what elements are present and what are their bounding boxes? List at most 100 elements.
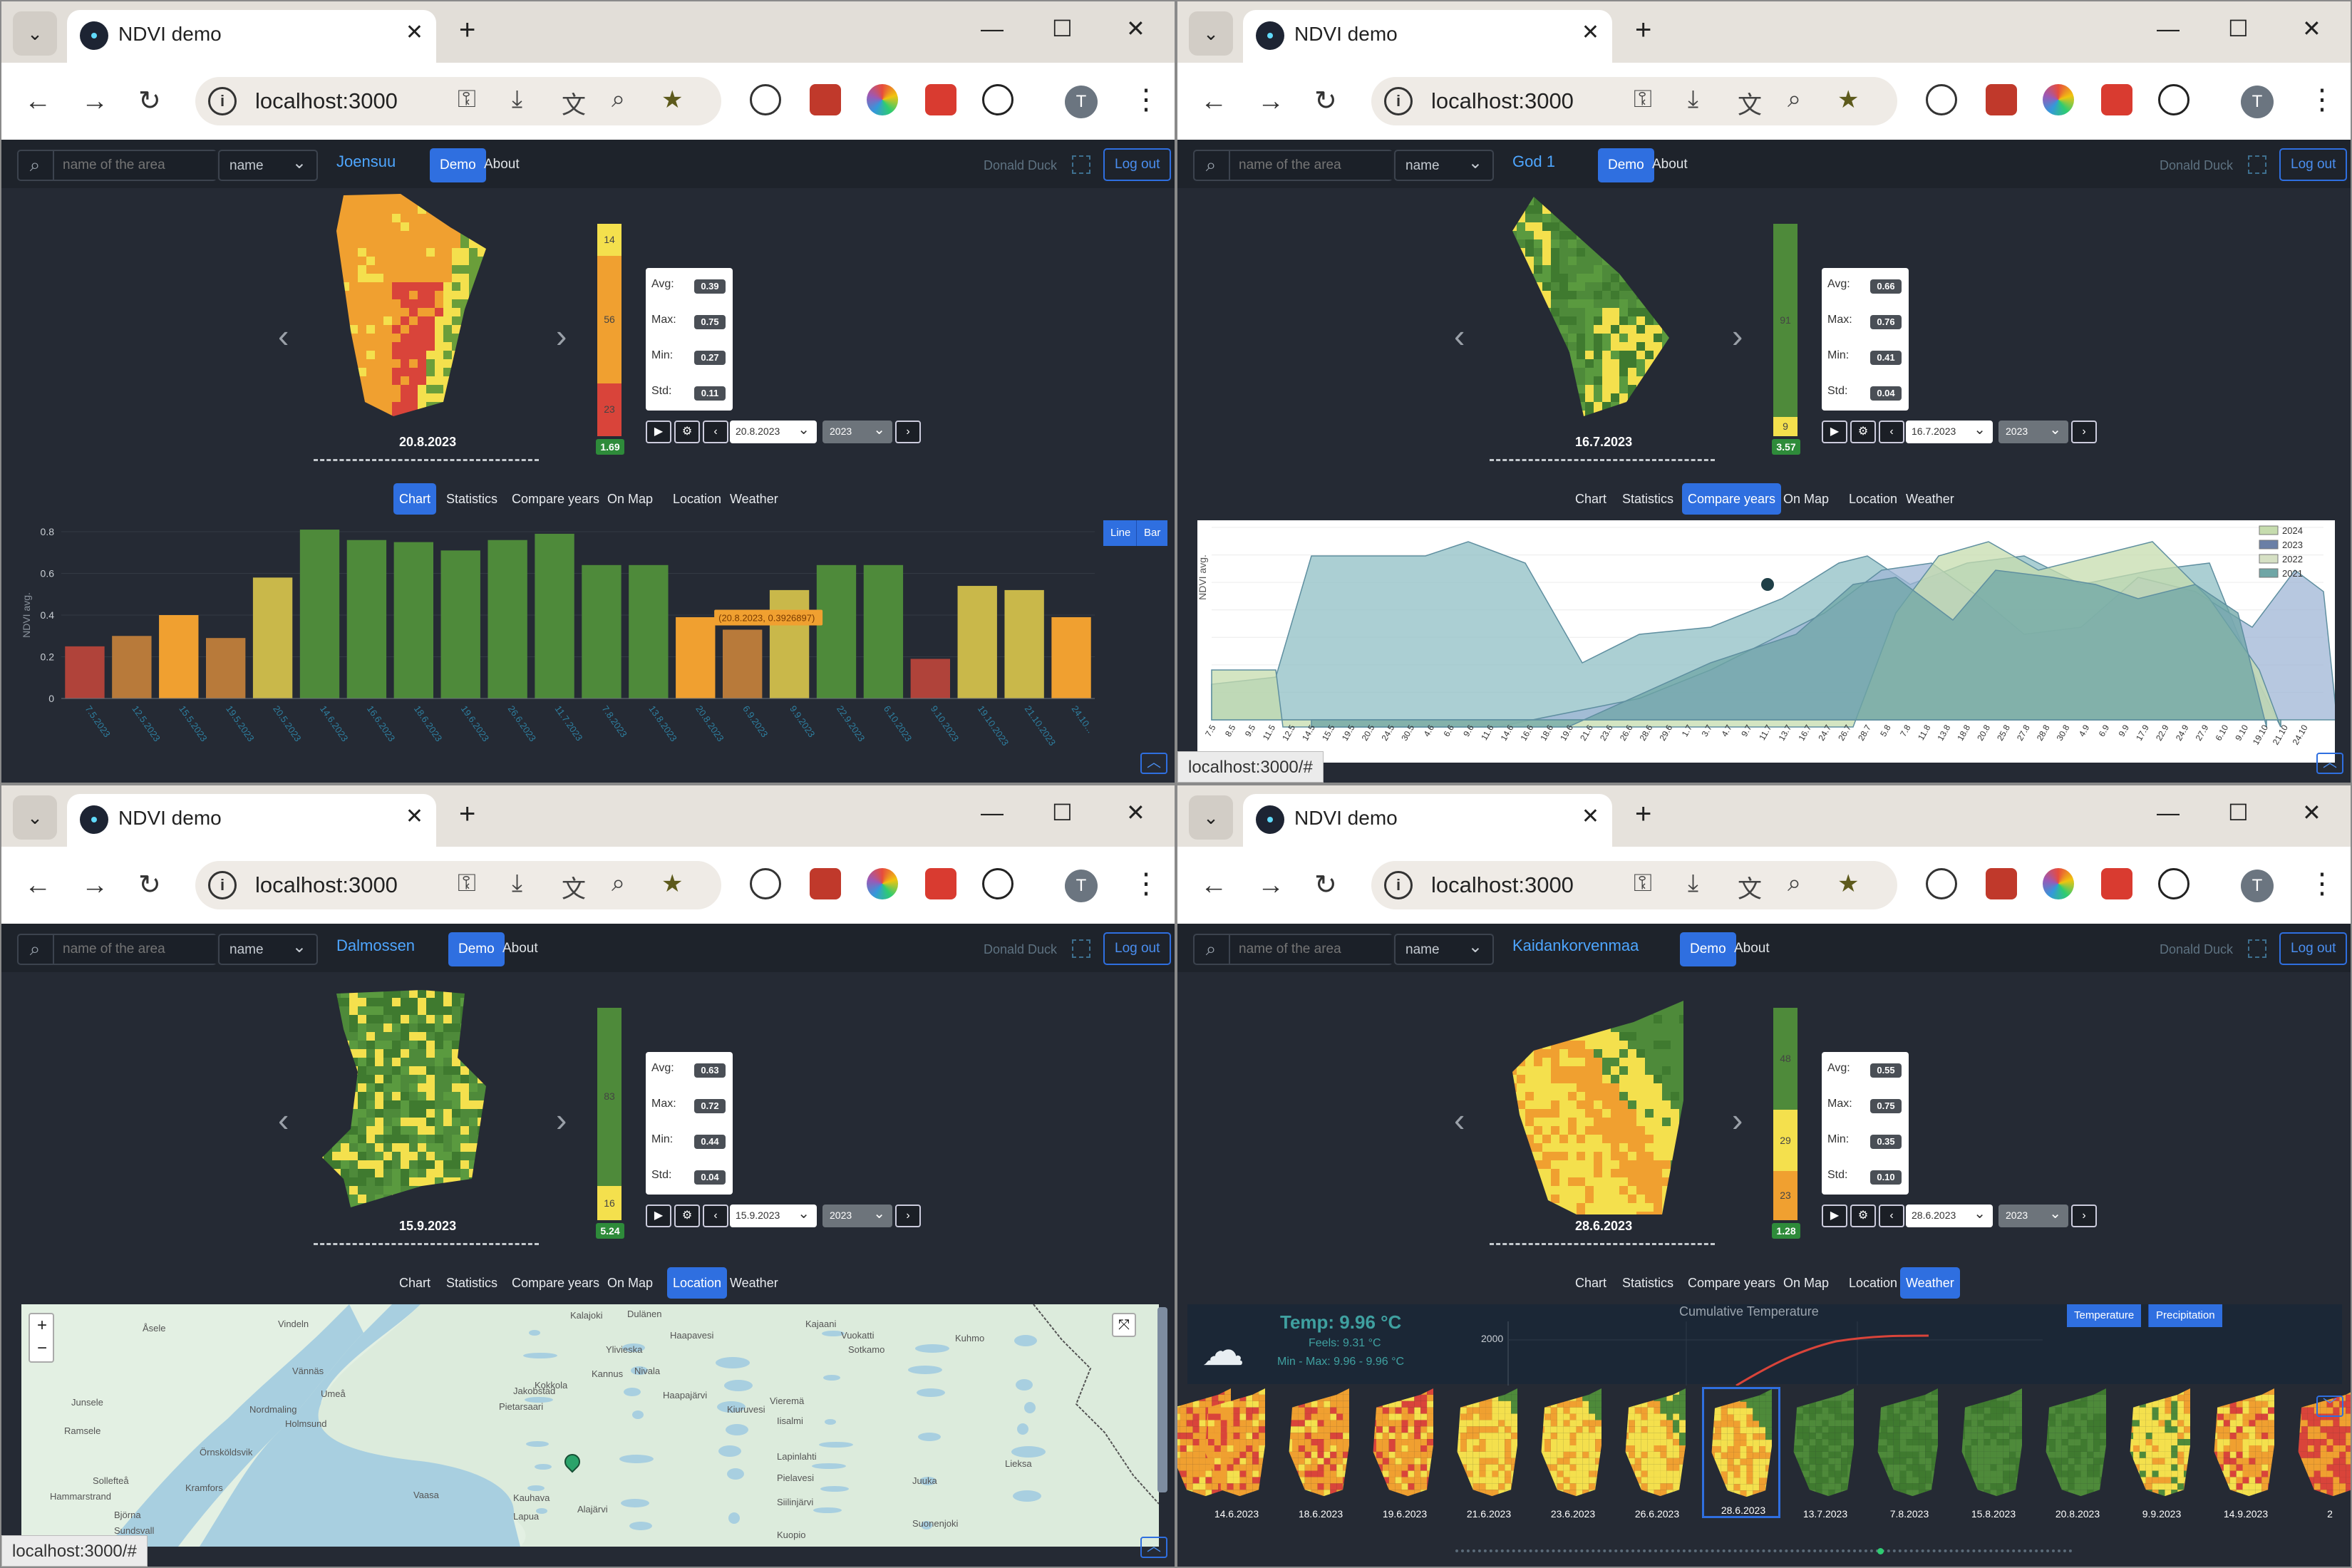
- fullscreen-icon[interactable]: [2248, 939, 2266, 958]
- prev-date-icon[interactable]: ‹: [703, 421, 728, 443]
- zoom-out-button[interactable]: −: [37, 1339, 47, 1358]
- minimize-icon[interactable]: —: [2157, 13, 2180, 44]
- password-key-icon[interactable]: ⚿: [1634, 86, 1652, 113]
- install-app-icon[interactable]: ⤓: [512, 86, 522, 113]
- next-image-arrow[interactable]: ›: [1732, 1100, 1743, 1139]
- date-select[interactable]: 28.6.2023: [1906, 1205, 1993, 1227]
- bug-extension-icon[interactable]: [1986, 84, 2017, 115]
- tab-weather[interactable]: Weather: [724, 1267, 784, 1299]
- search-icon[interactable]: ⌕: [23, 154, 47, 178]
- search-mode-select[interactable]: name: [1394, 150, 1494, 181]
- password-key-icon[interactable]: ⚿: [458, 870, 476, 897]
- nav-demo[interactable]: Demo: [1680, 932, 1736, 966]
- profile-avatar[interactable]: T: [2241, 870, 2274, 902]
- zoom-icon[interactable]: ⌕: [1788, 870, 1801, 897]
- tab-location[interactable]: Location: [1843, 483, 1903, 515]
- date-select[interactable]: 15.9.2023: [730, 1205, 817, 1227]
- thumbnail-image[interactable]: 21.6.2023: [1450, 1388, 1528, 1520]
- search-mode-select[interactable]: name: [1394, 934, 1494, 965]
- new-tab-button[interactable]: +: [459, 798, 475, 830]
- year-select[interactable]: 2023: [822, 421, 892, 443]
- active-thumbnail-dot[interactable]: [1877, 1548, 1884, 1554]
- close-tab-icon[interactable]: ✕: [1582, 20, 1599, 45]
- translate-icon[interactable]: 文: [562, 86, 586, 120]
- collapse-panel-icon[interactable]: ﹀: [2316, 1396, 2343, 1417]
- fullscreen-icon[interactable]: [1072, 155, 1090, 174]
- extensions-puzzle-icon[interactable]: [982, 84, 1013, 115]
- date-select[interactable]: 20.8.2023: [730, 421, 817, 443]
- tab-compare-years[interactable]: Compare years: [506, 1267, 605, 1299]
- thumbnail-image[interactable]: 26.6.2023: [1618, 1388, 1696, 1520]
- next-date-icon[interactable]: ›: [2071, 1205, 2097, 1227]
- thumbnail-image[interactable]: 13.7.2023: [1786, 1388, 1864, 1520]
- address-bar[interactable]: i localhost:3000 ⚿ ⤓ 文 ⌕ ★: [1371, 77, 1897, 125]
- extensions-puzzle-icon[interactable]: [982, 868, 1013, 899]
- tab-weather[interactable]: Weather: [1900, 483, 1960, 515]
- tab-on-map[interactable]: On Map: [602, 483, 659, 515]
- install-app-icon[interactable]: ⤓: [512, 870, 522, 897]
- area-search-input[interactable]: [1229, 935, 1393, 964]
- color-extension-icon[interactable]: [2043, 84, 2074, 115]
- profile-avatar[interactable]: T: [1065, 86, 1098, 118]
- prev-image-arrow[interactable]: ‹: [1454, 1100, 1465, 1139]
- browser-tab[interactable]: NDVI demo ✕: [67, 10, 436, 63]
- tab-compare-years[interactable]: Compare years: [1682, 483, 1782, 515]
- minimize-icon[interactable]: —: [981, 13, 1004, 44]
- back-icon[interactable]: ←: [24, 867, 51, 904]
- area-name-link[interactable]: God 1: [1512, 153, 1555, 171]
- play-icon[interactable]: ▶: [1822, 421, 1847, 443]
- zoom-icon[interactable]: ⌕: [612, 870, 625, 897]
- logout-button[interactable]: Log out: [2279, 932, 2348, 965]
- install-app-icon[interactable]: ⤓: [1688, 870, 1698, 897]
- todoist-extension-icon[interactable]: [2101, 868, 2132, 899]
- prev-date-icon[interactable]: ‹: [1879, 421, 1904, 443]
- reload-icon[interactable]: ↻: [138, 867, 161, 904]
- tab-search-button[interactable]: ⌄: [13, 11, 57, 56]
- reload-icon[interactable]: ↻: [138, 83, 161, 120]
- nav-about[interactable]: About: [484, 157, 520, 172]
- translate-icon[interactable]: 文: [562, 870, 586, 904]
- prev-image-arrow[interactable]: ‹: [1454, 316, 1465, 355]
- search-icon[interactable]: ⌕: [1199, 938, 1223, 962]
- tab-statistics[interactable]: Statistics: [1616, 483, 1679, 515]
- fullscreen-icon[interactable]: [1072, 939, 1090, 958]
- collapse-panel-icon[interactable]: ︿: [1140, 753, 1167, 774]
- translate-icon[interactable]: 文: [1738, 86, 1762, 120]
- bug-extension-icon[interactable]: [810, 868, 841, 899]
- todoist-extension-icon[interactable]: [2101, 84, 2132, 115]
- year-select[interactable]: 2023: [822, 1205, 892, 1227]
- profile-avatar[interactable]: T: [1065, 870, 1098, 902]
- image-pager-dots[interactable]: [314, 1243, 539, 1246]
- area-search-input[interactable]: [1229, 151, 1393, 180]
- profile-avatar[interactable]: T: [2241, 86, 2274, 118]
- close-window-icon[interactable]: ✕: [2302, 797, 2321, 828]
- devtools-extension-icon[interactable]: [750, 84, 781, 115]
- settings-gear-icon[interactable]: ⚙: [1850, 421, 1876, 443]
- bookmark-star-icon[interactable]: ★: [661, 870, 683, 898]
- devtools-extension-icon[interactable]: [1926, 868, 1957, 899]
- close-window-icon[interactable]: ✕: [2302, 13, 2321, 44]
- forward-icon[interactable]: →: [1257, 83, 1284, 120]
- year-select[interactable]: 2023: [1998, 421, 2068, 443]
- install-app-icon[interactable]: ⤓: [1688, 86, 1698, 113]
- back-icon[interactable]: ←: [1200, 867, 1227, 904]
- search-icon[interactable]: ⌕: [1199, 154, 1223, 178]
- browser-tab[interactable]: NDVI demo ✕: [1243, 10, 1612, 63]
- next-date-icon[interactable]: ›: [895, 421, 921, 443]
- minimize-icon[interactable]: —: [981, 797, 1004, 828]
- tab-location[interactable]: Location: [667, 483, 727, 515]
- collapse-panel-icon[interactable]: ︿: [2316, 753, 2343, 774]
- devtools-extension-icon[interactable]: [1926, 84, 1957, 115]
- date-select[interactable]: 16.7.2023: [1906, 421, 1993, 443]
- browser-menu-icon[interactable]: ⋮: [2308, 81, 2336, 118]
- location-map[interactable]: Åsele Vindeln Kalajoki Dulänen Haapavesi Kaja…: [21, 1304, 1159, 1547]
- logout-button[interactable]: Log out: [1103, 932, 1172, 965]
- zoom-in-button[interactable]: +: [37, 1316, 47, 1336]
- image-pager-dots[interactable]: [314, 459, 539, 462]
- forward-icon[interactable]: →: [81, 83, 108, 120]
- new-tab-button[interactable]: +: [1635, 798, 1651, 830]
- back-icon[interactable]: ←: [1200, 83, 1227, 120]
- thumbnail-image[interactable]: 19.6.2023: [1366, 1388, 1444, 1520]
- collapse-panel-icon[interactable]: ︿: [1140, 1537, 1167, 1558]
- logout-button[interactable]: Log out: [1103, 148, 1172, 181]
